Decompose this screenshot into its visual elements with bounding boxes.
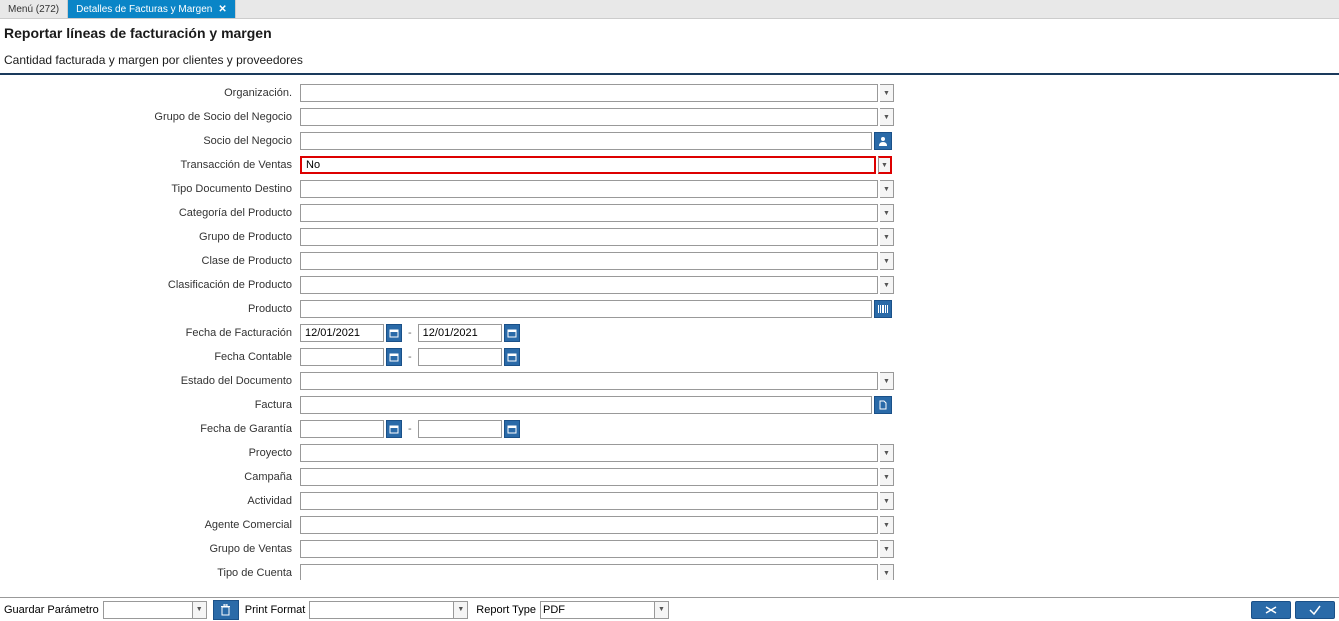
chevron-down-icon[interactable]: ▼	[880, 276, 894, 294]
label-print-format: Print Format	[245, 604, 306, 616]
label-agente: Agente Comercial	[0, 519, 300, 531]
chevron-down-icon[interactable]: ▼	[880, 516, 894, 534]
calendar-icon[interactable]	[504, 348, 520, 366]
label-tipo-doc: Tipo Documento Destino	[0, 183, 300, 195]
input-fecha-cont-from[interactable]	[300, 348, 384, 366]
label-organizacion: Organización.	[0, 87, 300, 99]
chevron-down-icon[interactable]: ▼	[880, 372, 894, 390]
chevron-down-icon[interactable]: ▼	[454, 601, 468, 619]
label-estado: Estado del Documento	[0, 375, 300, 387]
cancel-button[interactable]	[1251, 601, 1291, 619]
label-categoria: Categoría del Producto	[0, 207, 300, 219]
chevron-down-icon[interactable]: ▼	[880, 540, 894, 558]
chevron-down-icon[interactable]: ▼	[880, 252, 894, 270]
chevron-down-icon[interactable]: ▼	[193, 601, 207, 619]
label-grupo-socio: Grupo de Socio del Negocio	[0, 111, 300, 123]
trash-icon[interactable]	[213, 600, 239, 620]
input-clase-prod[interactable]	[300, 252, 878, 270]
label-factura: Factura	[0, 399, 300, 411]
chevron-down-icon[interactable]: ▼	[655, 601, 669, 619]
input-fecha-fact-to[interactable]	[418, 324, 502, 342]
page-title: Reportar líneas de facturación y margen	[4, 25, 1335, 41]
chevron-down-icon[interactable]: ▼	[878, 156, 892, 174]
input-categoria[interactable]	[300, 204, 878, 222]
label-campana: Campaña	[0, 471, 300, 483]
date-separator: -	[408, 327, 412, 339]
calendar-icon[interactable]	[386, 348, 402, 366]
document-icon[interactable]	[874, 396, 892, 414]
input-print-format[interactable]	[309, 601, 454, 619]
close-icon[interactable]: ✕	[218, 4, 226, 15]
input-estado[interactable]	[300, 372, 878, 390]
input-agente[interactable]	[300, 516, 878, 534]
input-tipo-doc[interactable]	[300, 180, 878, 198]
label-fecha-cont: Fecha Contable	[0, 351, 300, 363]
chevron-down-icon[interactable]: ▼	[880, 228, 894, 246]
tab-bar: Menú (272) Detalles de Facturas y Margen…	[0, 0, 1339, 19]
label-fecha-gar: Fecha de Garantía	[0, 423, 300, 435]
tab-details[interactable]: Detalles de Facturas y Margen ✕	[68, 0, 236, 18]
input-guardar-param[interactable]	[103, 601, 193, 619]
tab-menu[interactable]: Menú (272)	[0, 0, 68, 18]
input-organizacion[interactable]	[300, 84, 878, 102]
chevron-down-icon[interactable]: ▼	[880, 204, 894, 222]
chevron-down-icon[interactable]: ▼	[880, 468, 894, 486]
chevron-down-icon[interactable]: ▼	[880, 564, 894, 580]
input-factura[interactable]	[300, 396, 872, 414]
label-tipo-cuenta: Tipo de Cuenta	[0, 567, 300, 579]
chevron-down-icon[interactable]: ▼	[880, 444, 894, 462]
chevron-down-icon[interactable]: ▼	[880, 180, 894, 198]
label-guardar: Guardar Parámetro	[4, 604, 99, 616]
calendar-icon[interactable]	[386, 324, 402, 342]
calendar-icon[interactable]	[504, 324, 520, 342]
calendar-icon[interactable]	[386, 420, 402, 438]
bottom-toolbar: Guardar Parámetro ▼ Print Format ▼ Repor…	[0, 597, 1339, 621]
label-report-type: Report Type	[476, 604, 536, 616]
input-fecha-fact-from[interactable]	[300, 324, 384, 342]
input-tipo-cuenta[interactable]	[300, 564, 878, 580]
label-grupo-ventas: Grupo de Ventas	[0, 543, 300, 555]
input-fecha-gar-from[interactable]	[300, 420, 384, 438]
label-socio: Socio del Negocio	[0, 135, 300, 147]
input-campana[interactable]	[300, 468, 878, 486]
label-clasif-prod: Clasificación de Producto	[0, 279, 300, 291]
label-transaccion: Transacción de Ventas	[0, 159, 300, 171]
form-area: Organización. ▼ Grupo de Socio del Negoc…	[0, 75, 1339, 580]
calendar-icon[interactable]	[504, 420, 520, 438]
input-fecha-gar-to[interactable]	[418, 420, 502, 438]
input-actividad[interactable]	[300, 492, 878, 510]
chevron-down-icon[interactable]: ▼	[880, 108, 894, 126]
input-transaccion[interactable]	[300, 156, 876, 174]
barcode-icon[interactable]	[874, 300, 892, 318]
confirm-button[interactable]	[1295, 601, 1335, 619]
input-fecha-cont-to[interactable]	[418, 348, 502, 366]
input-grupo-ventas[interactable]	[300, 540, 878, 558]
input-grupo-socio[interactable]	[300, 108, 878, 126]
chevron-down-icon[interactable]: ▼	[880, 84, 894, 102]
input-report-type[interactable]	[540, 601, 655, 619]
input-grupo-prod[interactable]	[300, 228, 878, 246]
label-clase-prod: Clase de Producto	[0, 255, 300, 267]
date-separator: -	[408, 423, 412, 435]
date-separator: -	[408, 351, 412, 363]
page-subtitle: Cantidad facturada y margen por clientes…	[4, 53, 1335, 67]
label-producto: Producto	[0, 303, 300, 315]
user-icon[interactable]	[874, 132, 892, 150]
tab-details-label: Detalles de Facturas y Margen	[76, 4, 212, 15]
label-grupo-prod: Grupo de Producto	[0, 231, 300, 243]
label-proyecto: Proyecto	[0, 447, 300, 459]
chevron-down-icon[interactable]: ▼	[880, 492, 894, 510]
input-proyecto[interactable]	[300, 444, 878, 462]
input-producto[interactable]	[300, 300, 872, 318]
label-actividad: Actividad	[0, 495, 300, 507]
label-fecha-fact: Fecha de Facturación	[0, 327, 300, 339]
input-clasif-prod[interactable]	[300, 276, 878, 294]
tab-menu-label: Menú (272)	[8, 4, 59, 15]
input-socio[interactable]	[300, 132, 872, 150]
page-header: Reportar líneas de facturación y margen …	[0, 19, 1339, 75]
